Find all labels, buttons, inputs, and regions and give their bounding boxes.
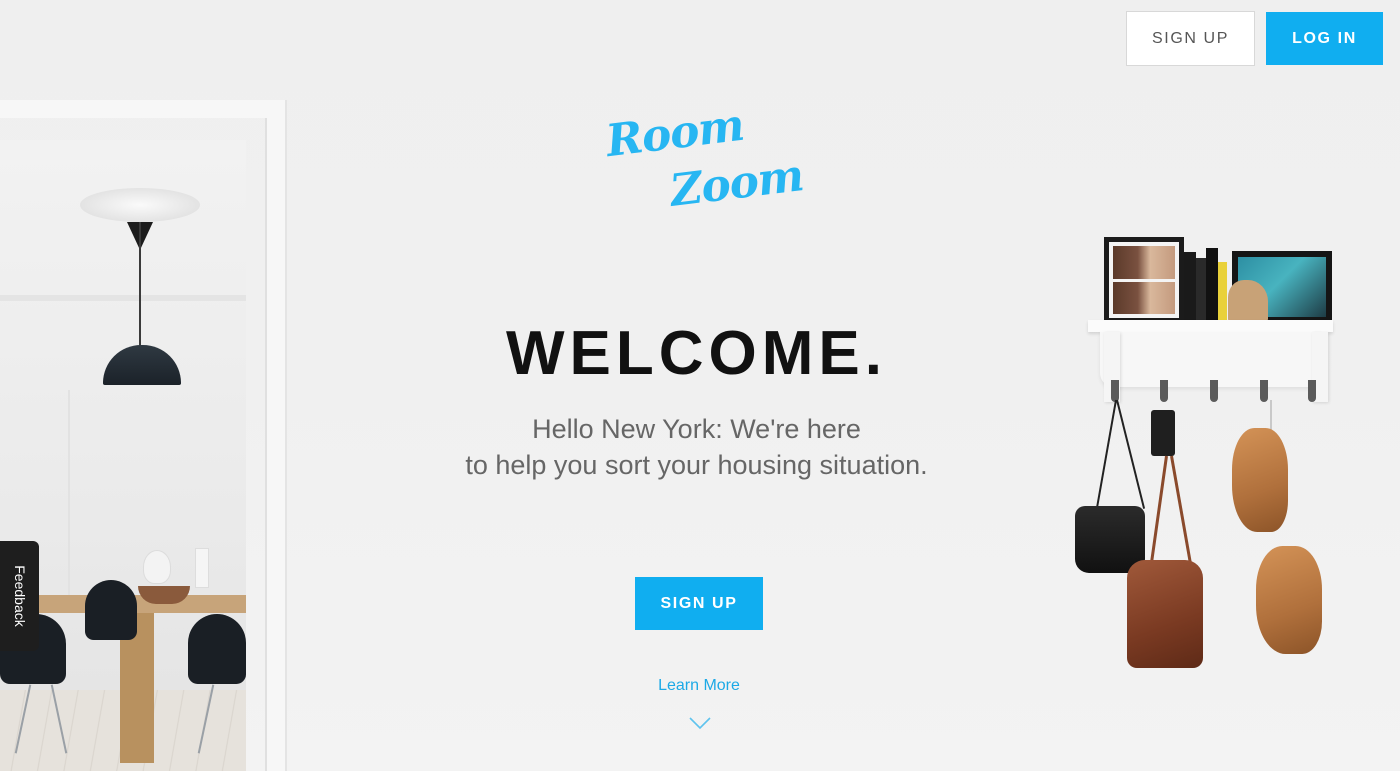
hero-subtitle-line-1: Hello New York: We're here	[532, 414, 861, 444]
hero-subtitle-line-2: to help you sort your housing situation.	[465, 450, 928, 480]
book	[1184, 252, 1196, 322]
learn-more-link[interactable]: Learn More	[0, 677, 1398, 695]
deer-figurine	[143, 550, 171, 584]
logo-text-zoom: Zoom	[667, 150, 806, 217]
dining-table	[35, 595, 246, 613]
leather-bag	[1127, 560, 1203, 668]
ceiling-rosette	[80, 188, 200, 222]
boxing-glove	[1256, 546, 1322, 654]
welcome-heading: WELCOME.	[506, 319, 887, 388]
hero-signup-button[interactable]: SIGN UP	[635, 577, 763, 630]
feedback-label: Feedback	[11, 565, 28, 627]
logo-text-room: Room	[603, 99, 747, 168]
book	[1206, 248, 1218, 322]
book	[1196, 258, 1206, 322]
chevron-down-icon[interactable]	[689, 716, 711, 730]
feedback-tab[interactable]: Feedback	[0, 541, 39, 651]
roomzoom-logo[interactable]: Room Zoom	[600, 100, 806, 223]
dining-chair	[85, 580, 137, 640]
photo-frame	[1104, 237, 1184, 323]
hero-subtitle: Hello New York: We're here to help you s…	[0, 411, 1393, 483]
dining-chair	[188, 614, 246, 684]
header-signup-button[interactable]: SIGN UP	[1126, 11, 1255, 66]
header-login-button[interactable]: LOG IN	[1266, 12, 1383, 65]
book	[1218, 262, 1227, 322]
vase	[195, 548, 209, 588]
horse-figurine	[1228, 280, 1268, 323]
